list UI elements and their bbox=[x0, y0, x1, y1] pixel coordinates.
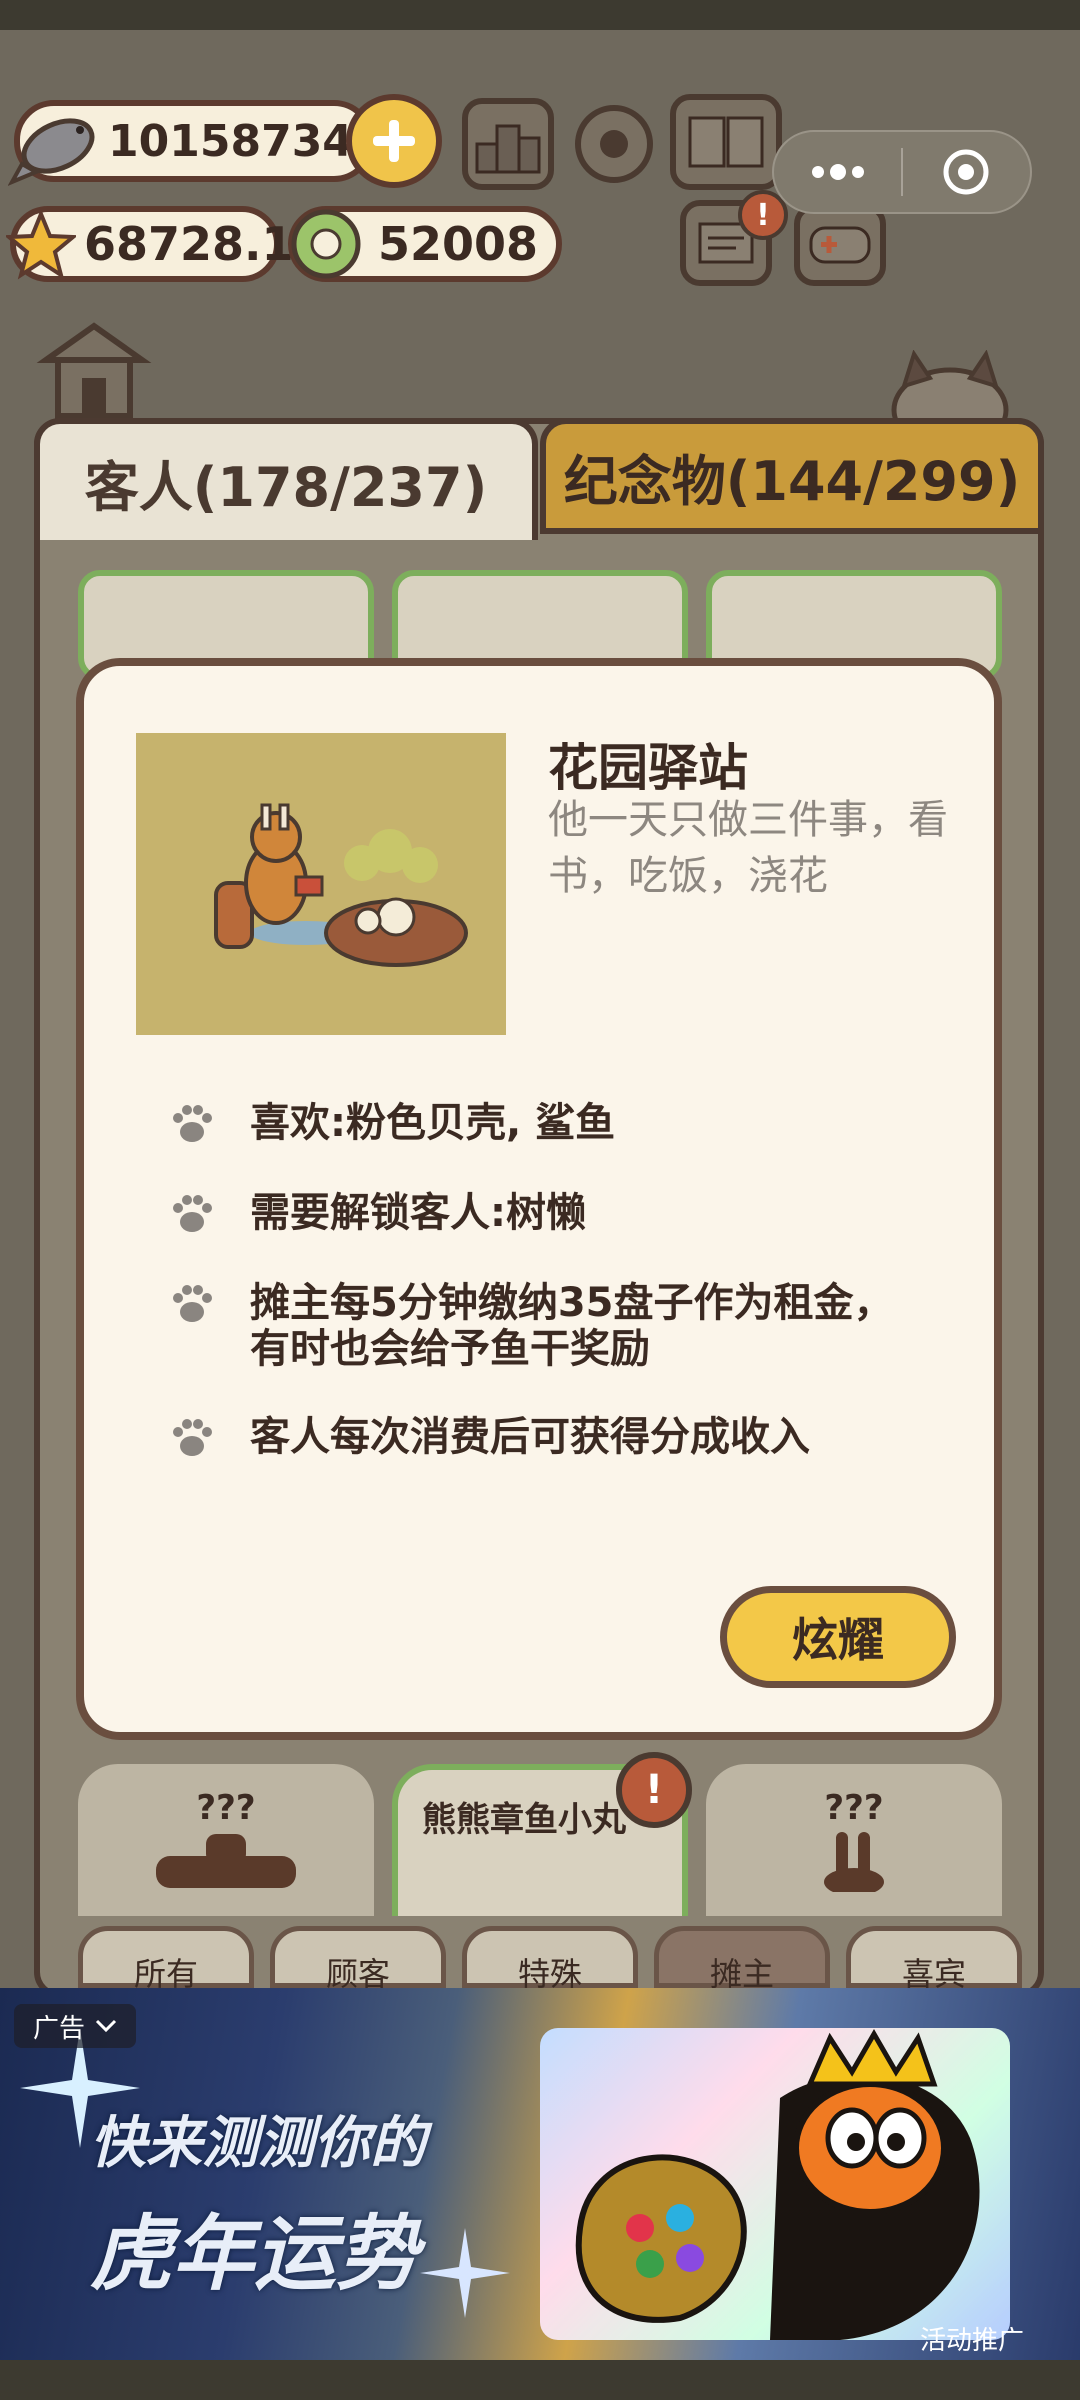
book-icon bbox=[688, 116, 764, 168]
rabbit-silhouette-icon bbox=[824, 1832, 884, 1892]
settings-button[interactable] bbox=[566, 96, 662, 192]
show-off-button[interactable]: 炫耀 bbox=[720, 1586, 956, 1688]
tiger-king-icon bbox=[540, 2028, 1010, 2340]
filter-customers[interactable]: 顾客 bbox=[270, 1926, 446, 1993]
filter-stall-owner[interactable]: 摊主 bbox=[654, 1926, 830, 1993]
filter-all[interactable]: 所有 bbox=[78, 1926, 254, 1993]
guest-card-label: ??? bbox=[824, 1788, 884, 1828]
close-miniprogram-button[interactable] bbox=[903, 147, 1030, 197]
filter-stall-owner-label: 摊主 bbox=[709, 1955, 774, 1993]
show-off-button-label: 炫耀 bbox=[792, 1613, 884, 1667]
ad-label[interactable]: 广告 bbox=[14, 2004, 136, 2048]
plus-icon bbox=[373, 120, 415, 162]
ad-illustration bbox=[540, 2028, 1010, 2340]
star-icon bbox=[3, 208, 79, 280]
feature-item: 喜欢:粉色贝壳, 鲨鱼 bbox=[168, 1100, 968, 1148]
ad-footer-label: 活动推广 bbox=[920, 2326, 1025, 2356]
add-fish-button[interactable] bbox=[346, 94, 442, 188]
tab-souvenirs-label: 纪念物(144/299) bbox=[563, 449, 1021, 513]
paw-icon bbox=[173, 1105, 212, 1142]
ad-headline: 快来测测你的 虎年运势 bbox=[90, 2098, 426, 2306]
paw-icon bbox=[173, 1195, 212, 1232]
silhouette-icon bbox=[156, 1834, 296, 1888]
bottom-bar bbox=[0, 2360, 1080, 2400]
fish-icon bbox=[7, 98, 108, 188]
gamepad-button[interactable] bbox=[794, 204, 886, 286]
new-badge-icon: ! bbox=[616, 1752, 692, 1828]
token-count: 52008 bbox=[378, 217, 539, 271]
feature-item: 摊主每5分钟缴纳35盘子作为租金，有时也会给予鱼干奖励 bbox=[168, 1280, 968, 1372]
more-button[interactable] bbox=[774, 164, 901, 180]
paw-icon bbox=[173, 1285, 212, 1322]
gamepad-icon bbox=[809, 226, 871, 264]
tab-guests-label: 客人(178/237) bbox=[84, 455, 488, 519]
filter-vip[interactable]: 喜宾 bbox=[846, 1926, 1022, 1993]
miniprogram-capsule bbox=[772, 130, 1032, 214]
token-icon bbox=[288, 206, 364, 282]
ad-line-1: 快来测测你的 bbox=[90, 2111, 426, 2176]
filter-customers-label: 顾客 bbox=[325, 1955, 390, 1993]
filter-all-label: 所有 bbox=[133, 1955, 198, 1993]
sparkle-icon bbox=[420, 2228, 510, 2318]
filter-vip-label: 喜宾 bbox=[901, 1955, 966, 1993]
feature-item: 客人每次消费后可获得分成收入 bbox=[168, 1414, 968, 1462]
filter-special[interactable]: 特殊 bbox=[462, 1926, 638, 1993]
cat-mascot-icon bbox=[890, 349, 1010, 453]
feature-text: 摊主每5分钟缴纳35盘子作为租金，有时也会给予鱼干奖励 bbox=[250, 1280, 894, 1372]
modal-title: 花园驿站 bbox=[548, 739, 748, 797]
feature-item: 需要解锁客人:树懒 bbox=[168, 1190, 968, 1238]
tab-souvenirs[interactable]: 纪念物(144/299) bbox=[540, 418, 1044, 534]
guest-card-locked[interactable]: ??? bbox=[78, 1764, 374, 1916]
fish-count: 101587349 bbox=[108, 115, 384, 167]
guest-card-label: ??? bbox=[196, 1788, 256, 1828]
guest-portrait bbox=[136, 733, 506, 1035]
modal-description: 他一天只做三件事，看书，吃饭，浇花 bbox=[548, 797, 948, 899]
ad-label-text: 广告 bbox=[32, 2013, 85, 2044]
shop-icon[interactable] bbox=[36, 320, 152, 420]
status-bar bbox=[0, 0, 1080, 30]
feature-text: 喜欢:粉色贝壳, 鲨鱼 bbox=[250, 1100, 616, 1146]
feature-text: 客人每次消费后可获得分成收入 bbox=[250, 1414, 810, 1460]
star-count: 68728.1 bbox=[84, 217, 294, 271]
filter-special-label: 特殊 bbox=[517, 1955, 582, 1993]
ad-line-2: 虎年运势 bbox=[90, 2207, 418, 2302]
squirrel-reading-icon bbox=[214, 803, 468, 967]
gear-icon bbox=[575, 105, 653, 183]
tab-guests[interactable]: 客人(178/237) bbox=[34, 418, 538, 540]
more-dots-icon bbox=[811, 164, 864, 180]
paw-icon bbox=[173, 1419, 212, 1456]
guest-card-locked[interactable]: ??? bbox=[706, 1764, 1002, 1916]
guestbook-button[interactable] bbox=[670, 94, 782, 190]
chevron-down-icon bbox=[95, 2019, 117, 2033]
podium-icon bbox=[475, 124, 541, 174]
ranking-button[interactable] bbox=[462, 98, 554, 190]
feature-text: 需要解锁客人:树懒 bbox=[250, 1190, 586, 1236]
target-icon bbox=[943, 149, 989, 195]
